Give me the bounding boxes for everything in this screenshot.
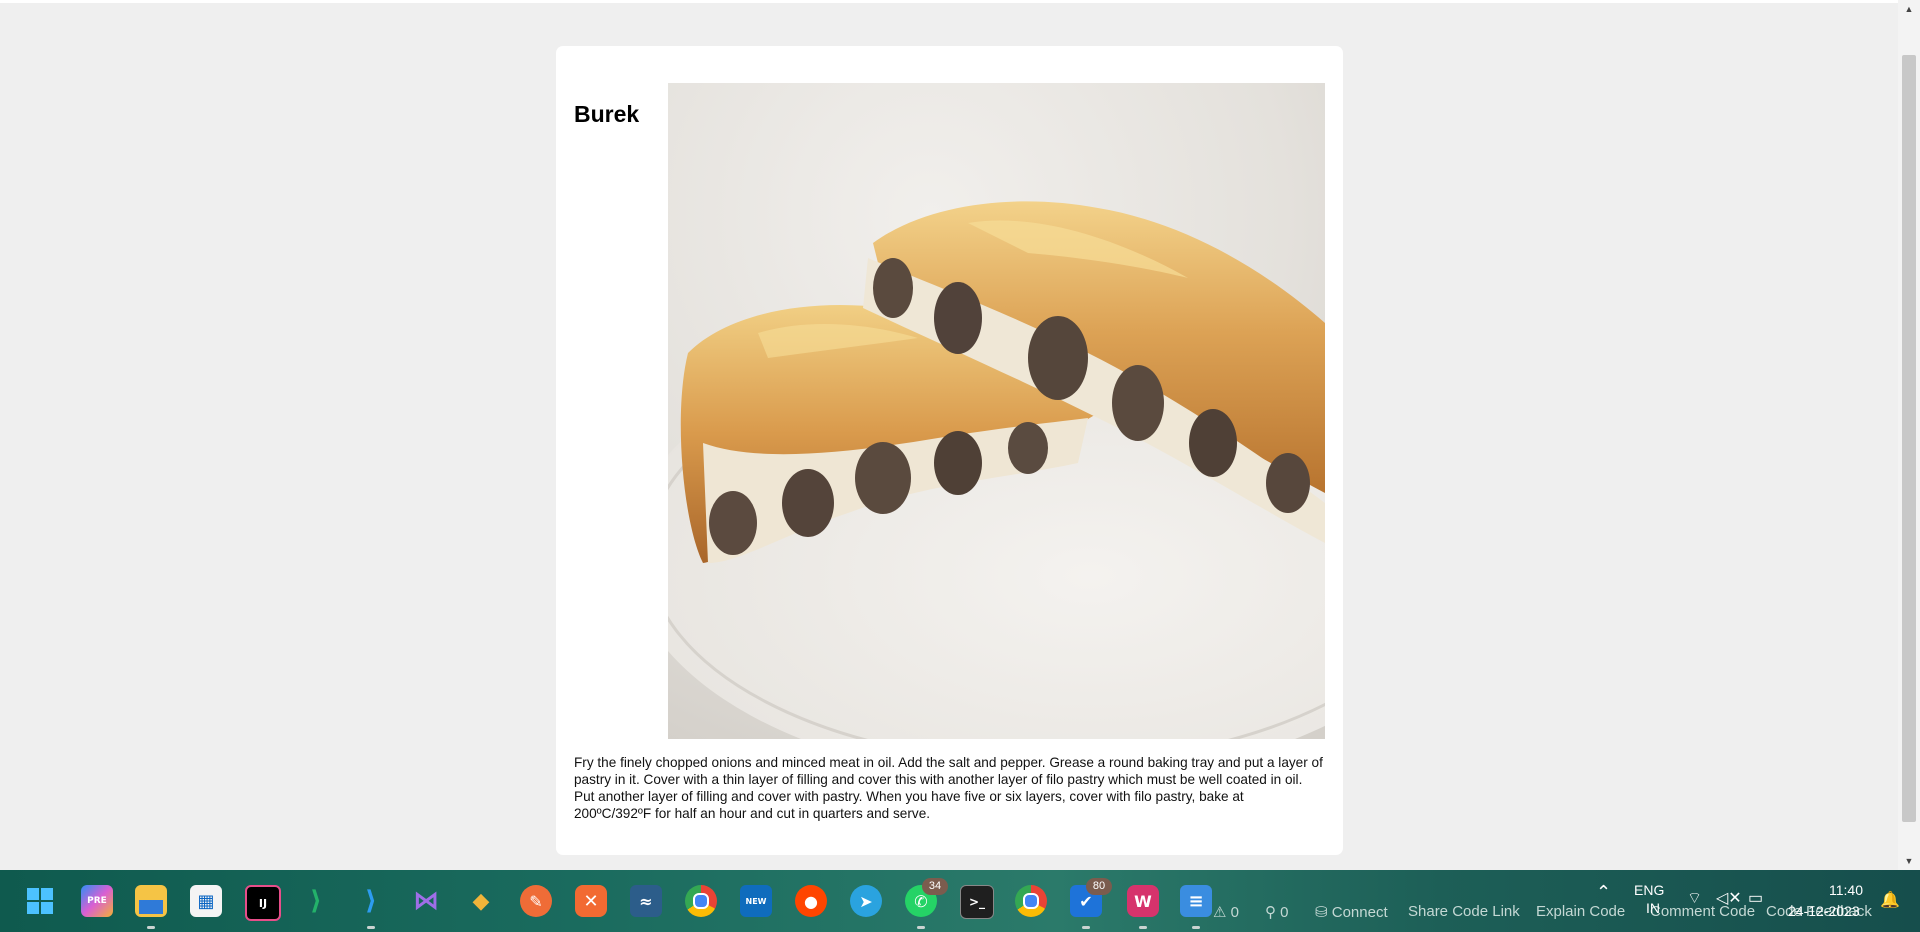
vscode-icon[interactable]: ⟩ [355, 885, 387, 917]
top-edge [0, 0, 1898, 3]
recipe-card: Burek Fry the finely chopped onions and … [556, 46, 1343, 855]
vertical-scrollbar[interactable]: ▲ ▼ [1898, 0, 1920, 870]
language-indicator-line2[interactable]: IN [1646, 900, 1660, 916]
language-indicator-line1[interactable]: ENG [1634, 882, 1664, 898]
vscode-green-icon[interactable]: ⟩ [300, 885, 332, 917]
start-icon[interactable] [24, 885, 56, 917]
microsoft-store-icon[interactable]: ▦ [190, 885, 222, 917]
terminal-icon[interactable]: >_ [960, 885, 994, 919]
reddit-icon[interactable]: ● [795, 885, 827, 917]
vscode-running-indicator [367, 926, 375, 929]
recipe-title: Burek [574, 101, 640, 127]
todo-badge: 80 [1086, 878, 1112, 895]
whatsapp-badge: 34 [922, 878, 948, 895]
chrome-profile-icon[interactable] [1015, 885, 1047, 917]
recipe-description: Fry the finely chopped onions and minced… [574, 755, 1323, 821]
show-hidden-icons-icon[interactable]: ⌃ [1596, 882, 1611, 903]
clock-time[interactable]: 11:40 [1829, 882, 1863, 898]
file-explorer-icon[interactable] [135, 885, 167, 917]
whatsapp-running-indicator [917, 926, 925, 929]
todo-running-indicator [1082, 926, 1090, 929]
taskbar: PRE ▦ IJ ⟩ ⟩ ⋈ ◆ ✎ ✕ ≈ NEW ● ➤ ✆ 34 >_ ✔… [0, 870, 1920, 932]
xampp-icon[interactable]: ✕ [575, 885, 607, 917]
connect-button[interactable]: ⛁ Connect [1315, 903, 1388, 921]
share-code-link-button[interactable]: Share Code Link [1408, 903, 1520, 920]
wps-running-indicator [1139, 926, 1147, 929]
explain-code-button[interactable]: Explain Code [1536, 903, 1625, 920]
battery-icon[interactable]: ▭ [1748, 888, 1763, 908]
mysql-workbench-icon[interactable]: ≈ [630, 885, 662, 917]
browser-viewport: Burek Fry the finely chopped onions and … [0, 0, 1898, 870]
scroll-up-arrow-icon[interactable]: ▲ [1898, 0, 1920, 18]
clock-date[interactable]: 24-12-2023 [1788, 903, 1860, 919]
telegram-icon[interactable]: ➤ [850, 885, 882, 917]
wifi-icon[interactable]: ⌔ [1687, 888, 1702, 908]
file-explorer-running-indicator [147, 926, 155, 929]
postman-icon[interactable]: ✎ [520, 885, 552, 917]
recipe-image [668, 83, 1325, 739]
outlook-new-icon[interactable]: NEW [740, 885, 772, 917]
git-icon[interactable]: ◆ [465, 885, 497, 917]
chrome-icon[interactable] [685, 885, 717, 917]
copilot-pre-icon[interactable]: PRE [81, 885, 113, 917]
visual-studio-icon[interactable]: ⋈ [410, 885, 442, 917]
notifications-icon[interactable]: 🔔 [1880, 890, 1900, 910]
notepad-icon[interactable]: ≡ [1180, 885, 1212, 917]
scroll-down-arrow-icon[interactable]: ▼ [1898, 852, 1920, 870]
scroll-thumb[interactable] [1902, 55, 1916, 822]
ports-status[interactable]: ⚲ 0 [1265, 903, 1289, 921]
notepad-running-indicator [1192, 926, 1200, 929]
wps-icon[interactable]: W [1127, 885, 1159, 917]
warnings-status[interactable]: ⚠ 0 [1213, 903, 1239, 921]
volume-muted-icon[interactable]: ◁✕ [1716, 888, 1742, 908]
intellij-icon[interactable]: IJ [245, 885, 281, 921]
